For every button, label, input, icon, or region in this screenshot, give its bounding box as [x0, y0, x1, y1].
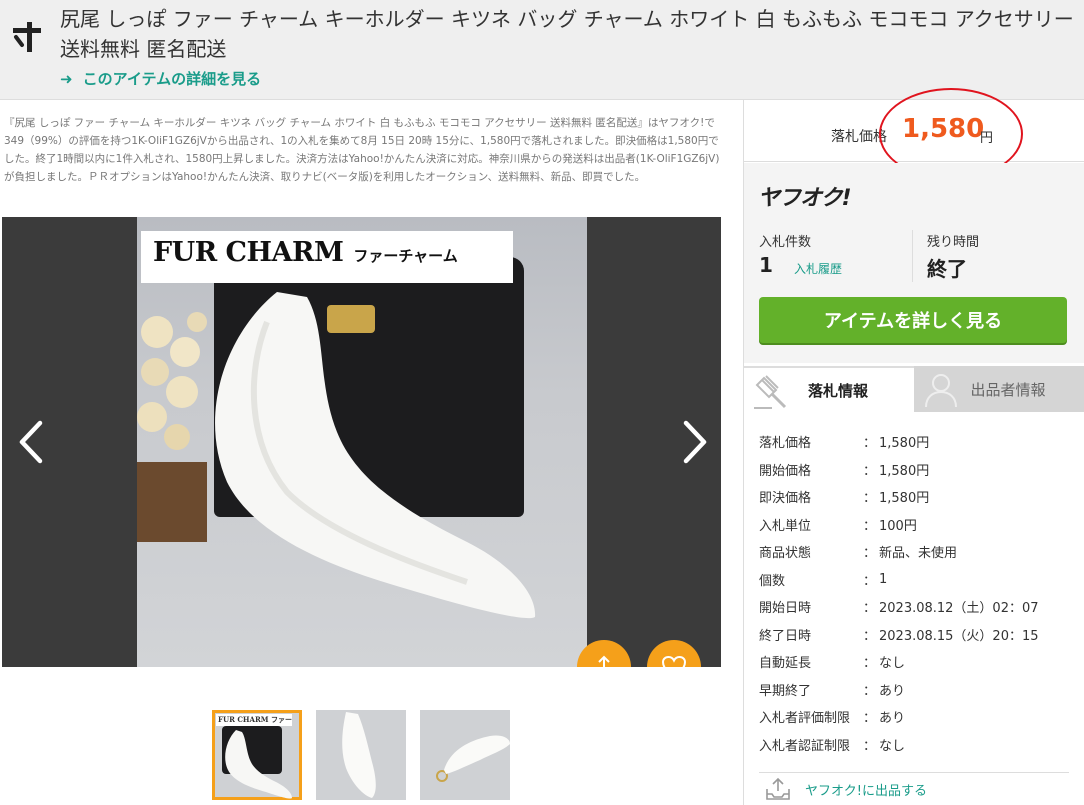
- info-separator: ：: [863, 436, 877, 452]
- info-row: 開始価格 ： 1,580円: [759, 456, 1069, 484]
- info-separator: ：: [863, 546, 877, 562]
- auction-description: 『尻尾 しっぽ ファー チャーム キーホルダー キツネ バッグ チャーム ホワイ…: [4, 117, 720, 183]
- item-detail-link-label: このアイテムの詳細を見る: [82, 70, 262, 88]
- info-separator: ：: [863, 656, 877, 672]
- info-key: 入札者評価制限: [759, 711, 851, 727]
- info-value: あり: [879, 683, 906, 699]
- time-left-value: 終了: [927, 257, 967, 281]
- info-value: 100円: [879, 518, 917, 534]
- bid-count-value: 1: [759, 253, 773, 277]
- photo-caption-subtitle: ファーチャーム: [353, 247, 458, 265]
- image-carousel[interactable]: FUR CHARM ファーチャーム: [2, 217, 721, 667]
- info-value: 新品、未使用: [879, 546, 958, 562]
- chevron-left-icon[interactable]: [12, 417, 52, 467]
- photo-caption: FUR CHARM ファーチャーム: [141, 231, 513, 283]
- bid-count-label: 入札件数: [759, 235, 812, 250]
- info-row: 終了日時 ： 2023.08.15（火）20：15: [759, 621, 1069, 649]
- auction-sidebar: 落札価格 1,580 円 ヤフオク! 入札件数 1 入札履歴 残り時間 終了 ア…: [743, 88, 1084, 805]
- info-row: 開始日時 ： 2023.08.12（土）02：07: [759, 593, 1069, 621]
- info-row: 入札者認証制限 ：なし: [759, 731, 1069, 759]
- thumbnail-tail-image: [436, 735, 510, 782]
- info-key: 入札単位: [759, 518, 812, 534]
- info-row: 自動延長 ：なし: [759, 648, 1069, 676]
- info-separator: ：: [863, 518, 877, 534]
- item-detail-link[interactable]: ➜ このアイテムの詳細を見る: [60, 68, 261, 89]
- time-left-label: 残り時間: [927, 235, 980, 250]
- bid-history-link[interactable]: 入札履歴: [794, 260, 842, 277]
- info-value: 1,580円: [879, 463, 930, 479]
- info-row: 個数 ： 1: [759, 566, 1069, 594]
- info-separator: ：: [863, 683, 877, 699]
- tab-auction-info-label: 落札情報: [807, 381, 868, 400]
- info-row: 落札価格 ： 1,580円: [759, 428, 1069, 456]
- fur-tail: [215, 292, 536, 619]
- info-key: 開始価格: [759, 463, 812, 479]
- arrow-right-icon: ➜: [60, 70, 73, 88]
- thumbnail-tail-image: [225, 730, 292, 799]
- thumbnail-2[interactable]: [316, 710, 406, 800]
- info-key: 終了日時: [759, 628, 812, 644]
- info-key: 早期終了: [759, 683, 812, 699]
- info-separator: ：: [863, 601, 877, 617]
- yahoo-y-logo-icon[interactable]: [10, 18, 44, 54]
- info-separator: ：: [863, 463, 877, 479]
- info-separator: ：: [863, 711, 877, 727]
- page-title: 尻尾 しっぽ ファー チャーム キーホルダー キツネ バッグ チャーム ホワイト…: [60, 7, 1074, 61]
- info-value: あり: [879, 711, 906, 727]
- info-row: 早期終了 ：あり: [759, 676, 1069, 704]
- upload-icon: [766, 777, 790, 800]
- info-key: 個数: [759, 573, 786, 589]
- info-value: 2023.08.15（火）20：15: [879, 628, 1039, 644]
- info-separator: ：: [863, 491, 877, 507]
- info-row: 商品状態 ：新品、未使用: [759, 538, 1069, 566]
- info-value: 1,580円: [879, 436, 930, 452]
- info-value: なし: [879, 656, 906, 672]
- info-key: 入札者認証制限: [759, 738, 851, 754]
- auction-info-table: 落札価格： 1,580円 開始価格： 1,580円 即決価格： 1,580円 入札単位…: [759, 428, 1069, 758]
- info-value: 1: [879, 571, 888, 587]
- thumbnail-strip: FUR CHARM ファーチャーム: [212, 710, 510, 800]
- info-value: なし: [879, 738, 906, 754]
- tab-auction-info[interactable]: 落札情報: [744, 366, 914, 412]
- thumbnail-1[interactable]: FUR CHARM ファーチャーム: [212, 710, 302, 800]
- thumbnail-tail-image: [342, 712, 376, 798]
- thumbnail-caption: FUR CHARM ファーチャーム: [216, 714, 292, 726]
- info-row: 即決価格 ： 1,580円: [759, 483, 1069, 511]
- share-icon: [598, 655, 610, 667]
- yahoo-auction-logo: ヤフオク!: [758, 186, 852, 211]
- info-tabs: 落札情報 出品者情報: [744, 366, 1084, 412]
- thumbnail-3[interactable]: [420, 710, 510, 800]
- view-item-detail-button[interactable]: アイテムを詳しく見る: [759, 297, 1067, 343]
- info-separator: ：: [863, 628, 877, 644]
- sell-on-yahoo-label: ヤフオク!に出品する: [805, 783, 927, 799]
- photo-caption-title: FUR CHARM: [153, 237, 344, 268]
- info-key: 開始日時: [759, 601, 812, 617]
- info-row: 入札単位 ： 100円: [759, 511, 1069, 539]
- info-row: 入札者評価制限 ：あり: [759, 703, 1069, 731]
- info-separator: ：: [863, 738, 877, 754]
- product-photo: FUR CHARM ファーチャーム: [137, 217, 587, 667]
- tab-seller-info-label: 出品者情報: [970, 380, 1046, 399]
- info-key: 落札価格: [759, 436, 812, 452]
- final-price-box: 落札価格 1,580 円: [744, 88, 1084, 180]
- user-icon: [925, 374, 957, 408]
- info-separator: ：: [863, 573, 877, 589]
- sell-on-yahoo-link[interactable]: ヤフオク!に出品する: [759, 772, 1069, 805]
- heart-icon: [661, 655, 687, 667]
- info-key: 即決価格: [759, 491, 812, 507]
- auction-summary-panel: ヤフオク! 入札件数 1 入札履歴 残り時間 終了 アイテムを詳しく見る: [744, 163, 1084, 363]
- stat-divider: [912, 230, 913, 282]
- info-key: 商品状態: [759, 546, 812, 562]
- favorite-button[interactable]: [647, 640, 701, 667]
- gavel-icon: [754, 375, 787, 409]
- info-value: 1,580円: [879, 491, 930, 507]
- header: 尻尾 しっぽ ファー チャーム キーホルダー キツネ バッグ チャーム ホワイト…: [0, 0, 1084, 100]
- chevron-right-icon[interactable]: [674, 417, 714, 467]
- flowers-decoration: [137, 312, 207, 542]
- info-value: 2023.08.12（土）02：07: [879, 601, 1039, 617]
- tab-seller-info[interactable]: 出品者情報: [914, 366, 1084, 412]
- info-key: 自動延長: [759, 656, 812, 672]
